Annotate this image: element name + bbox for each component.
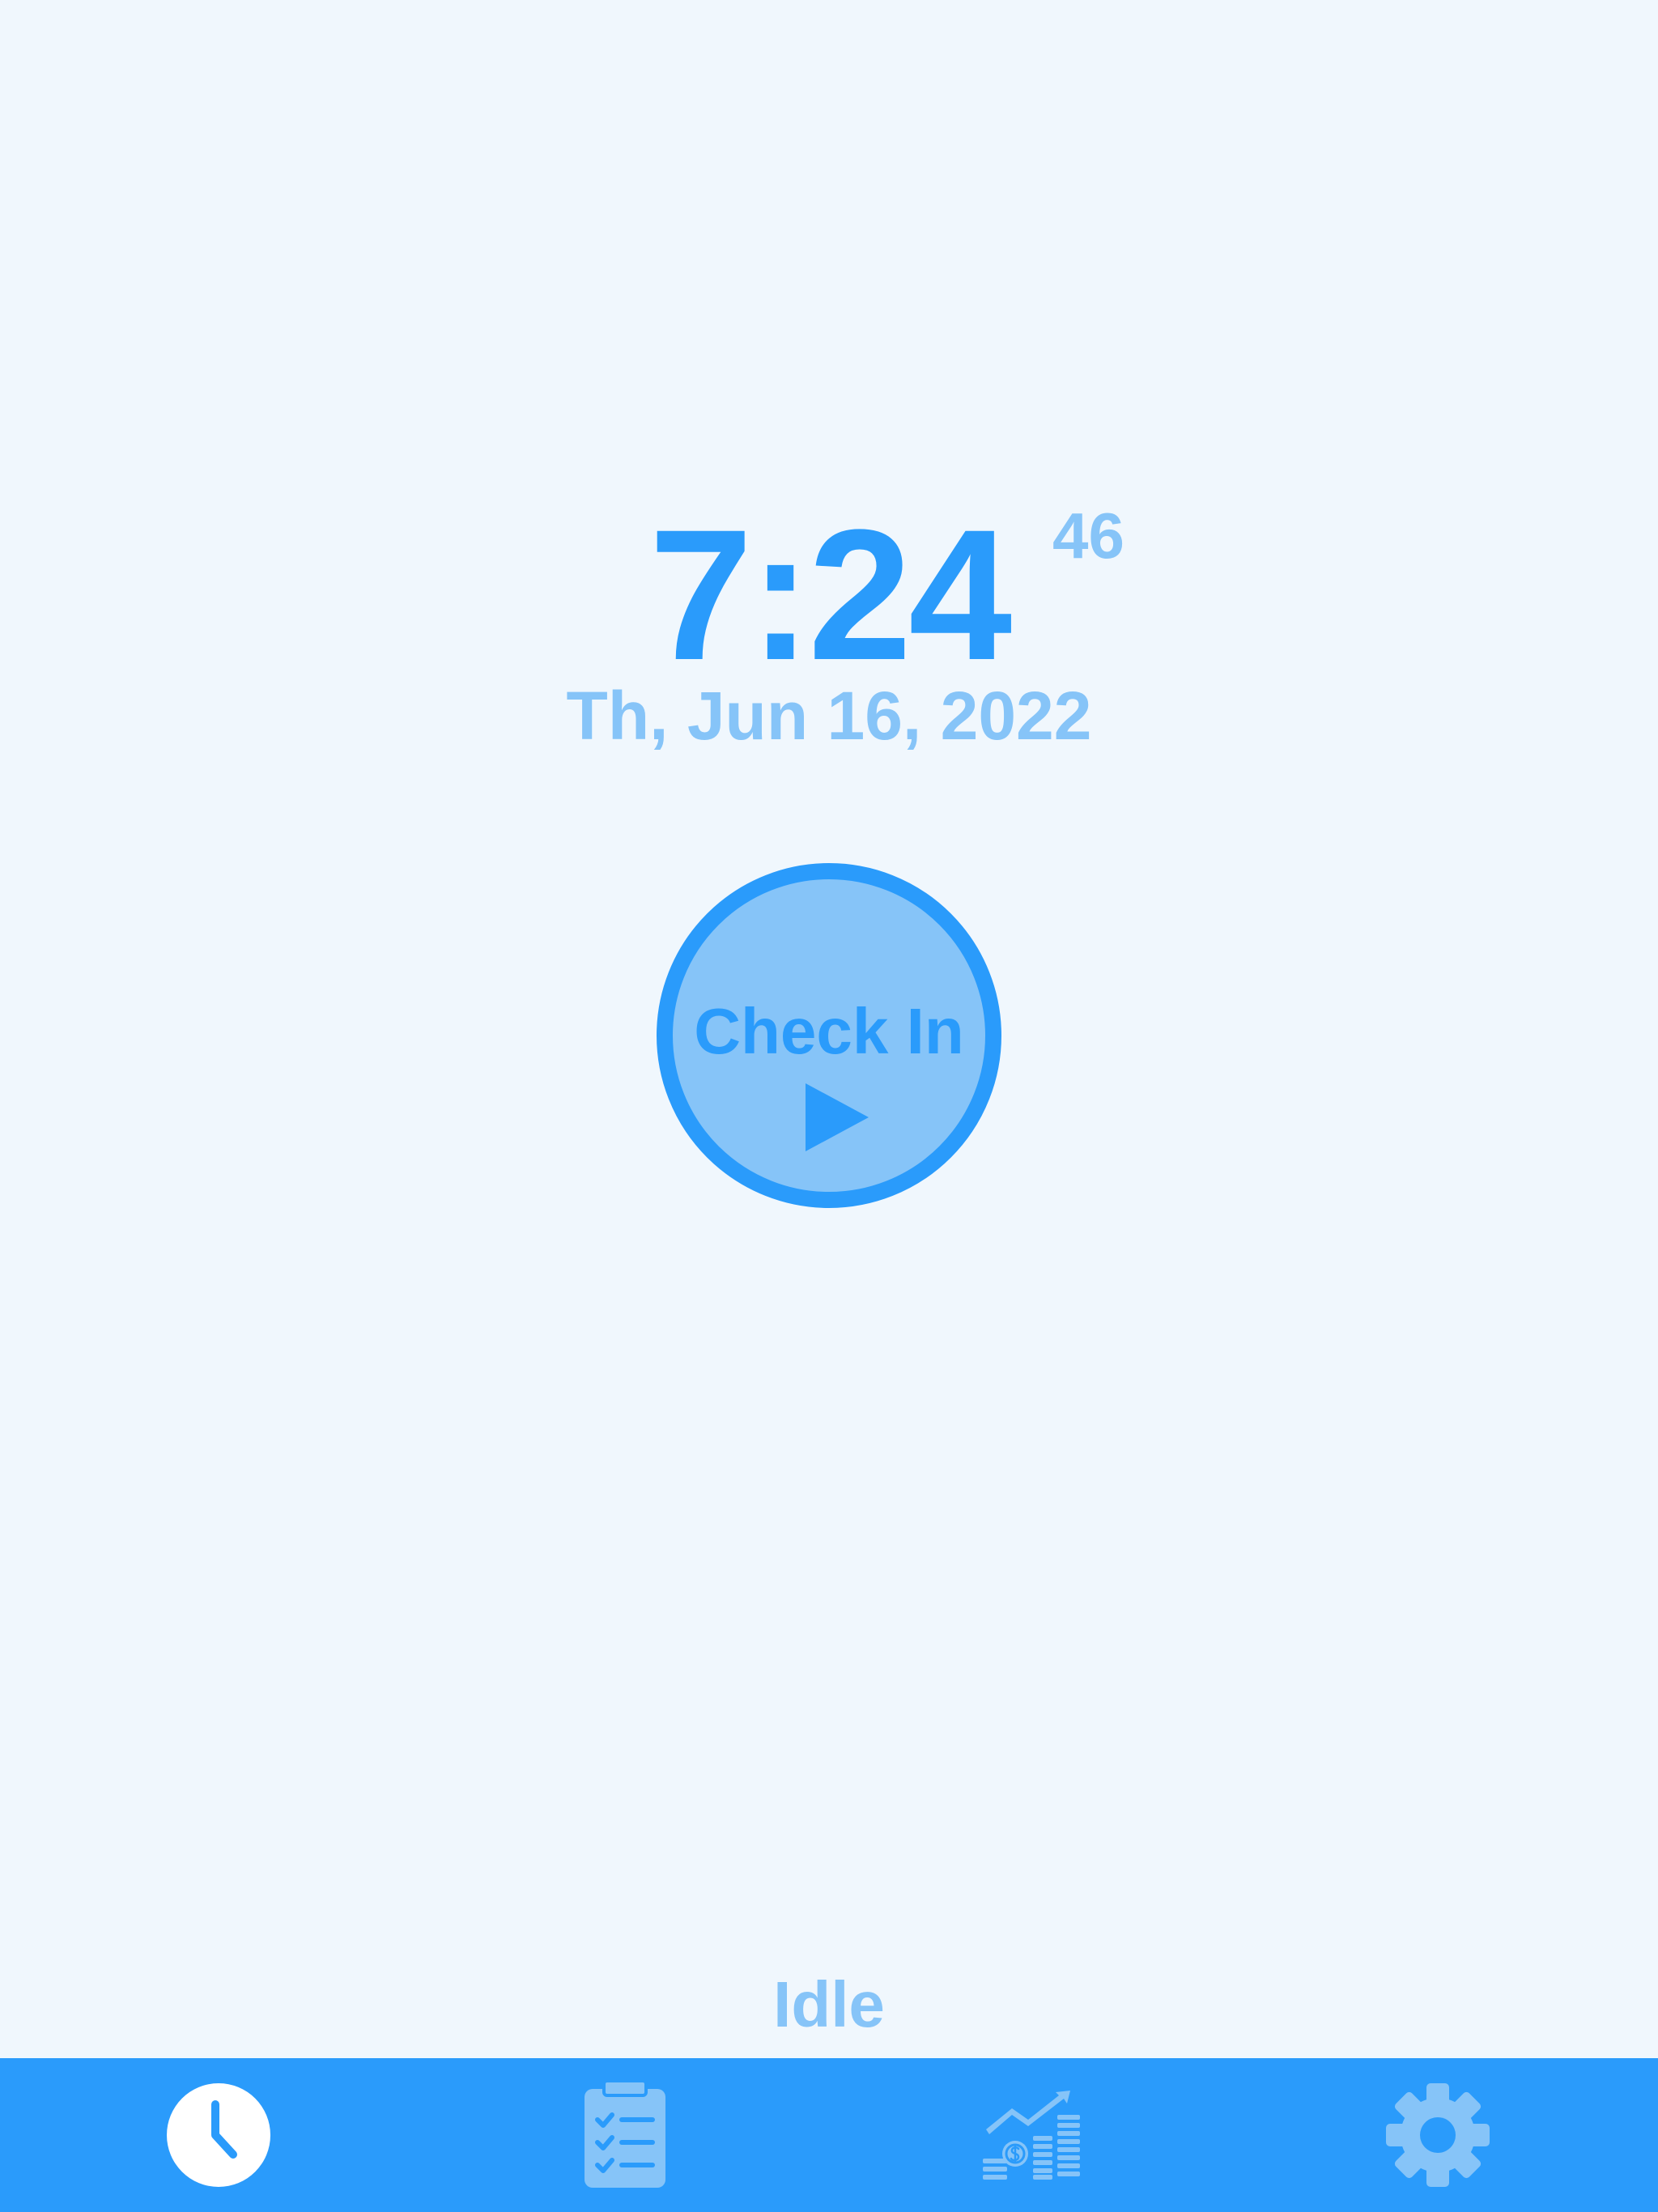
clock-icon	[167, 2083, 270, 2187]
play-icon	[806, 1083, 869, 1151]
check-in-button[interactable]: Check In	[657, 863, 1001, 1208]
tab-clock[interactable]	[11, 2058, 426, 2212]
tab-stats[interactable]	[824, 2058, 1239, 2212]
tab-settings[interactable]	[1231, 2058, 1645, 2212]
clock-date: Th, Jun 16, 2022	[566, 678, 1092, 754]
tab-bar	[0, 2058, 1658, 2212]
check-in-label: Check In	[694, 995, 964, 1067]
clock-time: 7:24	[648, 491, 1012, 699]
status-text: Idle	[773, 1968, 885, 2040]
tab-tasks[interactable]	[418, 2058, 832, 2212]
gear-icon	[1386, 2083, 1490, 2187]
clipboard-checklist-icon	[585, 2081, 665, 2188]
earnings-chart-icon	[983, 2091, 1080, 2180]
clock-seconds: 46	[1052, 500, 1124, 572]
